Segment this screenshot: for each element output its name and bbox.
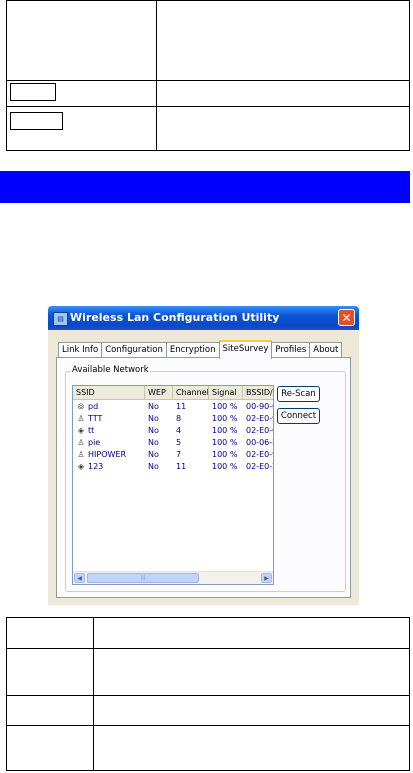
title-bar[interactable]: ▤ Wireless Lan Configuration Utility ✕	[48, 306, 359, 330]
channel-cell: 8	[176, 414, 182, 423]
ssid-text: 123	[88, 462, 104, 471]
tab-about[interactable]: About	[309, 342, 343, 357]
table-row[interactable]: ♙pie No 5 100 % 00-06-F	[73, 437, 273, 448]
top-table	[6, 0, 410, 151]
bottom-table-cell	[93, 617, 410, 649]
bssid-cell: 02-E0-C	[246, 426, 273, 435]
ssid-cell: ♙ TTT	[73, 413, 145, 424]
list-header: SSID WEP Channel Signal BSSID/I	[73, 386, 273, 400]
available-network-group: Available Network SSID WEP Channel Signa…	[65, 365, 346, 592]
utility-window: ▤ Wireless Lan Configuration Utility ✕ L…	[48, 306, 359, 605]
adhoc-card-icon: ◈	[77, 425, 85, 435]
tab-strip: Link Info Configuration Encryption SiteS…	[58, 340, 343, 359]
button-placeholder	[10, 83, 56, 101]
ssid-cell: ♙ pie	[73, 437, 145, 448]
signal-cell: 100 %	[212, 426, 238, 435]
station-icon: ♙	[77, 449, 85, 459]
top-table-cell	[6, 106, 157, 151]
bssid-cell: 02-E0-9	[246, 414, 273, 423]
signal-cell: 100 %	[212, 462, 238, 471]
bottom-table-cell	[6, 725, 94, 771]
bottom-table-cell	[6, 648, 94, 696]
ssid-cell: ◈ tt	[73, 425, 145, 436]
tab-profiles[interactable]: Profiles	[271, 342, 311, 357]
column-header-wep[interactable]: WEP	[145, 386, 173, 399]
connect-button[interactable]: Connect	[277, 408, 320, 424]
wep-cell: No	[148, 462, 159, 471]
column-header-bssid[interactable]: BSSID/I	[243, 386, 273, 399]
wep-cell: No	[148, 438, 159, 447]
scroll-right-icon[interactable]: ▶	[261, 573, 272, 583]
channel-cell: 4	[176, 426, 182, 435]
column-header-signal[interactable]: Signal	[209, 386, 243, 399]
channel-cell: 5	[176, 438, 182, 447]
tab-site-survey[interactable]: SiteSurvey	[218, 340, 273, 359]
wep-cell: No	[148, 414, 159, 423]
table-row[interactable]: ◈tt No 4 100 % 02-E0-C	[73, 425, 273, 436]
bottom-table-cell	[93, 725, 410, 771]
window-title: Wireless Lan Configuration Utility	[70, 311, 280, 324]
section-header-bar	[0, 171, 410, 203]
site-survey-panel: Available Network SSID WEP Channel Signa…	[56, 357, 351, 598]
tab-configuration[interactable]: Configuration	[101, 342, 167, 357]
bssid-cell: 02-E0-2	[246, 462, 273, 471]
close-button[interactable]: ✕	[338, 309, 355, 326]
adhoc-card-icon: ◈	[77, 461, 85, 471]
signal-cell: 100 %	[212, 438, 238, 447]
ssid-cell: ◈ 123	[73, 461, 145, 472]
bottom-table-cell	[93, 648, 410, 696]
signal-cell: 100 %	[212, 450, 238, 459]
bssid-cell: 00-90-C	[246, 402, 273, 411]
ssid-text: TTT	[88, 414, 103, 423]
group-label: Available Network	[71, 365, 150, 375]
channel-cell: 11	[176, 402, 187, 411]
bottom-table	[6, 617, 410, 771]
top-table-cell	[6, 0, 157, 81]
table-row[interactable]: ♙TTT No 8 100 % 02-E0-9	[73, 413, 273, 424]
channel-cell: 7	[176, 450, 182, 459]
top-table-cell	[156, 0, 410, 81]
scroll-left-icon[interactable]: ◀	[74, 573, 85, 583]
bottom-table-cell	[6, 617, 94, 649]
station-icon: ♙	[77, 413, 85, 423]
button-placeholder	[10, 112, 63, 130]
wep-cell: No	[148, 426, 159, 435]
horizontal-scrollbar[interactable]: ◀ ||| ▶	[73, 571, 273, 584]
channel-cell: 11	[176, 462, 187, 471]
top-table-cell	[156, 80, 410, 107]
tab-encryption[interactable]: Encryption	[165, 342, 220, 357]
app-icon: ▤	[53, 312, 68, 326]
column-header-channel[interactable]: Channel	[173, 386, 209, 399]
network-list[interactable]: SSID WEP Channel Signal BSSID/I ⦾ pd No 1…	[72, 385, 274, 585]
column-header-ssid[interactable]: SSID	[73, 386, 145, 399]
tab-link-info[interactable]: Link Info	[58, 342, 103, 357]
table-row[interactable]: ◈123 No 11 100 % 02-E0-2	[73, 461, 273, 472]
bottom-table-cell	[6, 695, 94, 726]
top-table-cell	[6, 80, 157, 107]
signal-cell: 100 %	[212, 402, 238, 411]
bssid-cell: 02-E0-9	[246, 450, 273, 459]
ssid-text: pie	[88, 438, 101, 447]
bssid-cell: 00-06-F	[246, 438, 273, 447]
ssid-cell: ⦾ pd	[73, 401, 145, 412]
ssid-text: HIPOWER	[88, 450, 127, 459]
station-icon: ♙	[77, 437, 85, 447]
top-table-cell	[156, 106, 410, 151]
table-row[interactable]: ⦾pd No 11 100 % 00-90-C	[73, 401, 273, 412]
wep-cell: No	[148, 402, 159, 411]
table-row[interactable]: ♙HIPOWER No 7 100 % 02-E0-9	[73, 449, 273, 460]
rescan-button[interactable]: Re-Scan	[277, 386, 320, 402]
wep-cell: No	[148, 450, 159, 459]
ssid-text: tt	[88, 426, 95, 435]
scroll-thumb[interactable]: |||	[87, 573, 199, 583]
signal-cell: 100 %	[212, 414, 238, 423]
ssid-cell: ♙ HIPOWER	[73, 449, 145, 460]
access-point-icon: ⦾	[77, 401, 85, 411]
bottom-table-cell	[93, 695, 410, 726]
ssid-text: pd	[88, 402, 99, 411]
